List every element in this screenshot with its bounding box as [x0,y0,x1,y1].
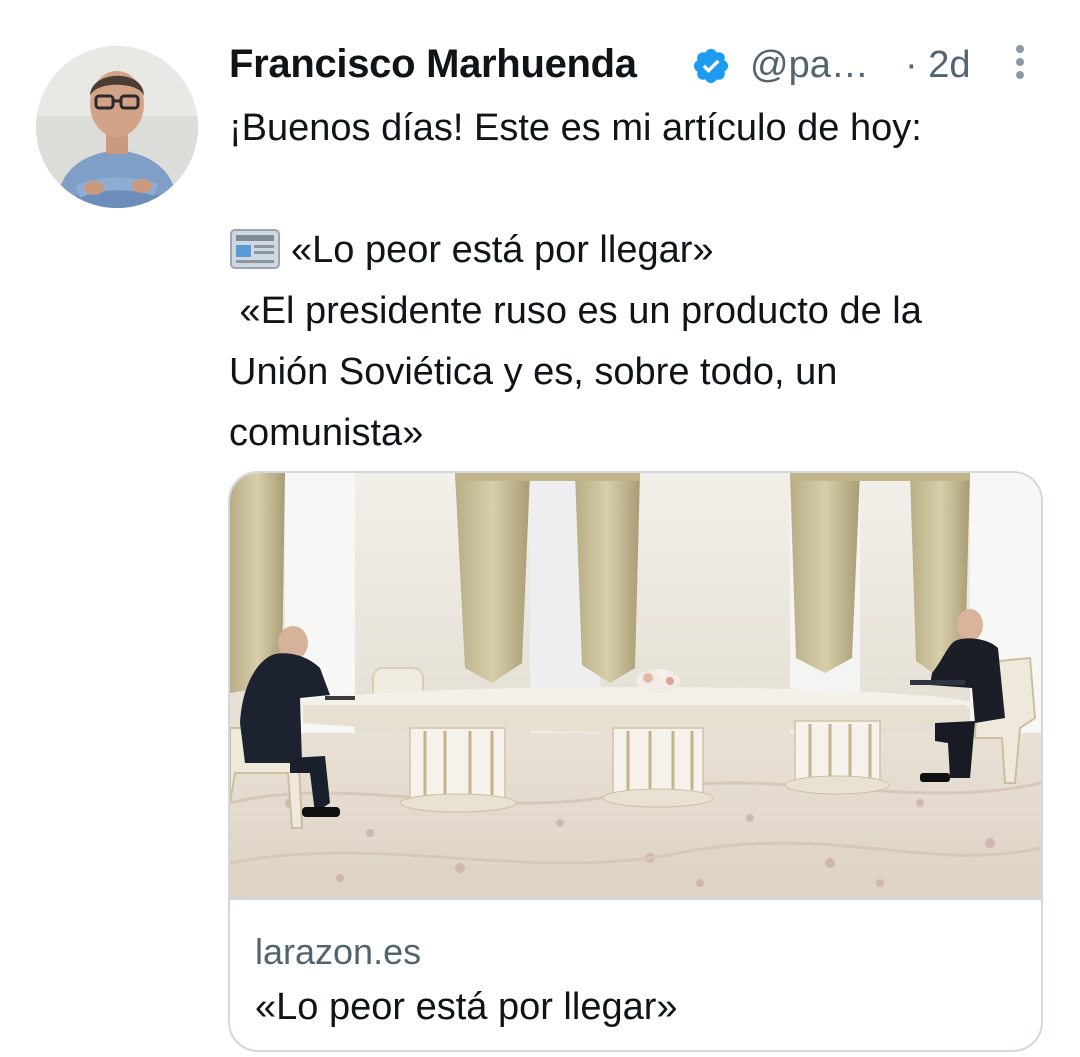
card-image[interactable] [230,473,1041,898]
tweet-line: «El presidente ruso es un producto de la [229,290,922,332]
author-avatar[interactable] [36,46,198,208]
newspaper-emoji-icon [230,229,280,269]
card-domain: larazon.es [255,931,422,972]
tweet-header: Francisco Marhuenda @pa… · 2d [229,38,1049,94]
card-title: «Lo peor está por llegar» [255,986,678,1028]
card-photo [230,473,1041,898]
tweet-timestamp[interactable]: · 2d [905,44,970,87]
tweet-text: ¡Buenos días! Este es mi artículo de hoy… [229,98,1059,464]
tweet-line-article: «Lo peor está por llegar» [229,220,1059,281]
author-handle[interactable]: @pa… [750,44,869,87]
tweet-line: ¡Buenos días! Este es mi artículo de hoy… [229,107,922,149]
tweet-line: comunista» [229,412,424,454]
verified-badge-icon [693,48,729,84]
link-preview-card[interactable]: larazon.es «Lo peor está por llegar» [228,471,1043,1052]
more-options-icon[interactable] [1009,42,1031,88]
avatar-photo [36,46,198,208]
card-divider [230,898,1041,900]
tweet-line: Unión Soviética y es, sobre todo, un [229,351,838,393]
article-title-text: «Lo peor está por llegar» [291,229,714,271]
author-name[interactable]: Francisco Marhuenda [229,42,637,87]
